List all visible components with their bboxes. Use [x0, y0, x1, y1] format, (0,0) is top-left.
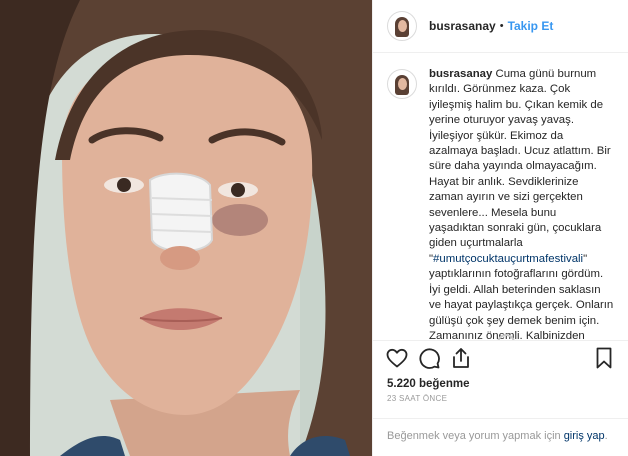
caption-avatar[interactable]: [387, 69, 417, 99]
face-photo-illustration: [0, 0, 372, 456]
caption-text: busrasanay Cuma günü burnum kırıldı. Gör…: [429, 67, 614, 340]
post-sidebar: busrasanay • Takip Et busrasanay Cuma gü…: [372, 0, 628, 456]
posted-time[interactable]: 23 SAAT ÖNCE: [373, 390, 628, 403]
caption-body: busrasanay Cuma günü burnum kırıldı. Gör…: [429, 67, 614, 340]
likes-count[interactable]: 5.220 beğenme: [373, 374, 628, 390]
caption-text-part2: " yaptıklarının fotoğraflarını gördüm. İ…: [429, 252, 614, 340]
comments-area[interactable]: busrasanay Cuma günü burnum kırıldı. Gör…: [373, 53, 628, 340]
login-prompt: Beğenmek veya yorum yapmak için giriş ya…: [373, 418, 628, 456]
share-icon[interactable]: [449, 346, 473, 370]
comment-bubble-icon[interactable]: [417, 346, 441, 370]
instagram-post: busrasanay • Takip Et busrasanay Cuma gü…: [0, 0, 628, 456]
header-username[interactable]: busrasanay: [429, 19, 496, 33]
action-bar: [373, 340, 628, 374]
login-link[interactable]: giriş yap: [564, 430, 605, 442]
post-header: busrasanay • Takip Et: [373, 0, 628, 53]
caption-hashtag[interactable]: #umutçocuktauçurtmafestivali: [433, 253, 583, 265]
login-prompt-end: .: [604, 430, 608, 442]
heart-icon[interactable]: [385, 346, 409, 370]
post-photo[interactable]: [0, 0, 372, 456]
bookmark-icon[interactable]: [592, 346, 616, 370]
follow-button[interactable]: Takip Et: [508, 19, 554, 33]
header-separator: •: [499, 20, 504, 32]
caption: busrasanay Cuma günü burnum kırıldı. Gör…: [387, 67, 614, 340]
caption-username[interactable]: busrasanay: [429, 68, 492, 80]
caption-text-part1: Cuma günü burnum kırıldı. Görünmez kaza.…: [429, 68, 614, 265]
avatar[interactable]: [387, 11, 417, 41]
login-prompt-text: Beğenmek veya yorum yapmak için: [387, 430, 564, 442]
